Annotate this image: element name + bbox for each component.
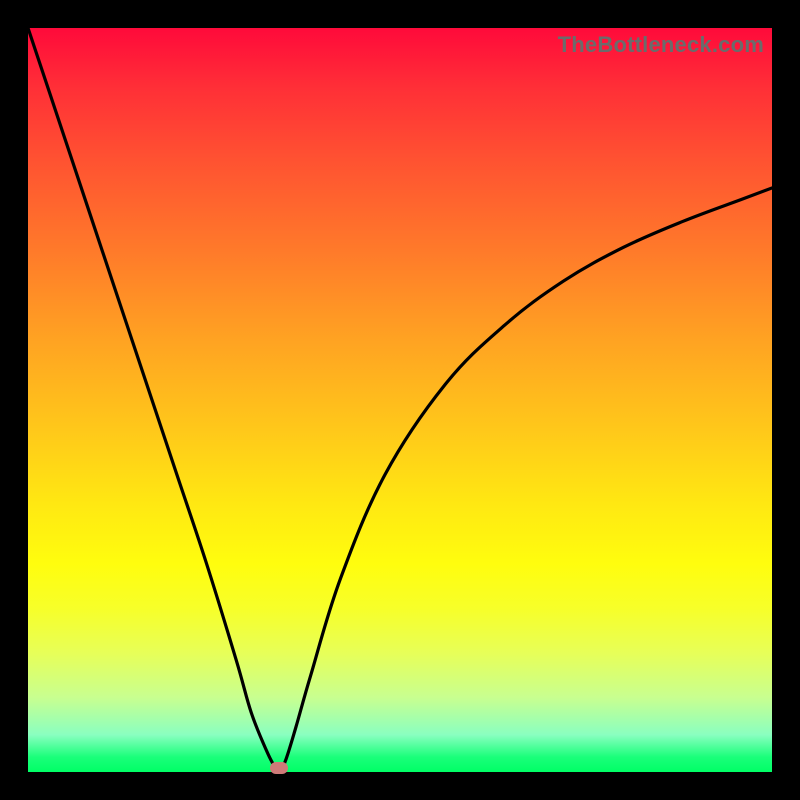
bottleneck-curve <box>28 28 772 771</box>
optimum-marker <box>270 762 288 774</box>
chart-frame: TheBottleneck.com <box>0 0 800 800</box>
plot-area: TheBottleneck.com <box>28 28 772 772</box>
curve-svg <box>28 28 772 772</box>
